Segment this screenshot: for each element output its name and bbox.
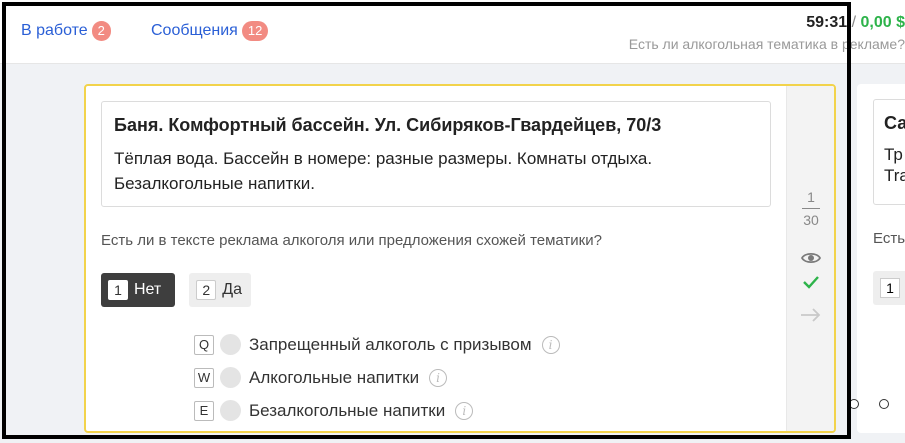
timer-earnings: 59:31 / 0,00 $ [806,14,905,32]
option-non-alcoholic-drinks-label: Безалкогольные напитки [249,400,446,420]
next-answer-button[interactable]: 1 [873,271,905,305]
task-card: Баня. Комфортный бассейн. Ул. Сибиряков-… [84,84,836,433]
tab-messages-count-badge: 12 [241,21,269,41]
counter-current: 1 [807,189,815,205]
option-alcoholic-drinks[interactable]: W Алкогольные напитки i [194,361,560,394]
tab-messages-label: Сообщения [151,22,238,39]
radio-forbidden-alcohol[interactable] [220,334,241,355]
hotkey-q: Q [194,334,214,355]
ad-body: Тёплая вода. Бассейн в номере: разные ра… [114,149,653,193]
next-ad-body-line1: Тр [884,145,903,164]
ad-text-box: Баня. Комфортный бассейн. Ул. Сибиряков-… [101,101,771,207]
option-alcoholic-drinks-label: Алкогольные напитки [249,367,420,387]
timer: 59:31 [806,14,848,31]
answer-no-label: Нет [134,281,162,298]
top-bar: В работе 2 Сообщения 12 59:31 / 0,00 $ Е… [0,0,905,64]
task-card-main: Баня. Комфортный бассейн. Ул. Сибиряков-… [86,86,786,431]
sub-options: Q Запрещенный алкоголь с призывом i W Ал… [194,328,560,427]
next-task-card[interactable]: Са Тр Tra Есть 1 [857,84,905,433]
option-non-alcoholic-drinks[interactable]: E Безалкогольные напитки i [194,394,560,427]
answer-no-button[interactable]: 1 Нет [101,273,176,307]
check-icon [803,276,819,289]
task-sidebar: 1 30 [786,86,834,431]
info-icon[interactable]: i [455,401,474,420]
hotkey-e: E [194,400,214,421]
next-ad-text-box: Са Тр Tra [873,99,905,205]
answer-buttons: 1 Нет 2 Да [101,273,251,307]
option-forbidden-alcohol[interactable]: Q Запрещенный алкоголь с призывом i [194,328,560,361]
counter-divider [802,208,820,209]
next-question-text: Есть [873,230,905,247]
eye-icon[interactable] [801,251,821,265]
answer-yes-button[interactable]: 2 Да [189,273,251,307]
earnings: 0,00 $ [860,14,905,31]
hotkey-w: W [194,367,214,388]
next-ad-title: Са [884,113,905,133]
question-text: Есть ли в тексте реклама алкоголя или пр… [101,232,602,249]
next-hotkey-1: 1 [880,278,900,298]
hotkey-2: 2 [196,280,217,300]
tab-in-work[interactable]: В работе 2 [21,21,111,41]
next-ad-body-line2: Tra [884,166,905,185]
ad-title: Баня. Комфортный бассейн. Ул. Сибиряков-… [114,115,662,135]
counter-total: 30 [803,212,819,228]
timer-separator: / [851,14,857,31]
hotkey-1: 1 [108,280,128,300]
tab-in-work-count-badge: 2 [91,21,111,41]
info-icon[interactable]: i [541,335,560,354]
radio-alcoholic-drinks[interactable] [220,367,241,388]
radio-non-alcoholic-drinks[interactable] [220,400,241,421]
tab-messages[interactable]: Сообщения 12 [151,21,269,41]
pager-dot[interactable] [849,399,859,409]
pager-dot[interactable] [879,399,889,409]
task-counter: 1 30 [787,189,834,228]
pager-dots [849,399,889,409]
answer-yes-label: Да [222,281,242,298]
task-title: Есть ли алкогольная тематика в рекламе? [628,36,905,52]
option-forbidden-alcohol-label: Запрещенный алкоголь с призывом [249,334,532,354]
arrow-right-icon[interactable] [799,308,823,322]
tab-in-work-label: В работе [21,22,88,39]
info-icon[interactable]: i [429,368,448,387]
